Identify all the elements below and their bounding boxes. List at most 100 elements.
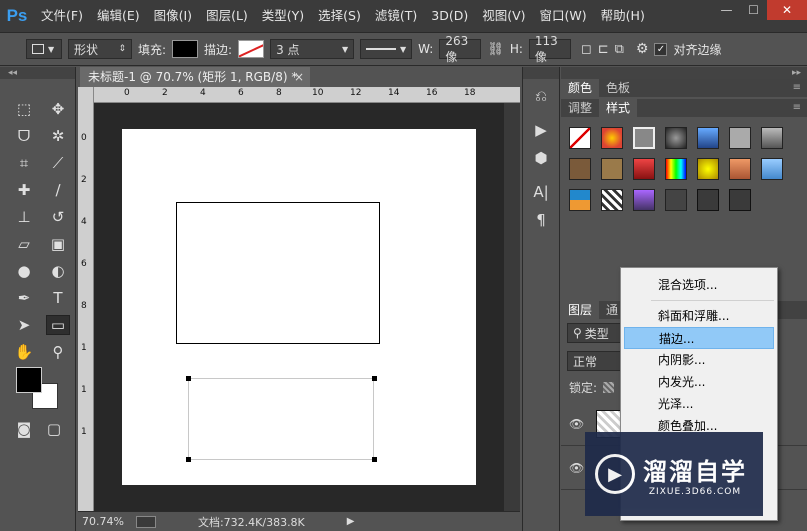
tab-adjustments[interactable]: 调整 <box>561 99 599 117</box>
eraser-tool-icon[interactable]: ▱ <box>12 234 36 254</box>
transform-handle[interactable] <box>186 457 191 462</box>
blur-tool-icon[interactable]: ● <box>12 261 36 281</box>
style-swatch[interactable] <box>761 127 783 149</box>
screen-mode-icon[interactable]: ▢ <box>42 419 66 439</box>
menu-file[interactable]: 文件(F) <box>34 0 90 32</box>
menu-item-satin[interactable]: 光泽... <box>624 393 774 415</box>
blend-mode-select[interactable]: 正常 <box>567 351 625 371</box>
style-swatch[interactable] <box>633 158 655 180</box>
fill-swatch[interactable] <box>172 40 199 58</box>
menu-edit[interactable]: 编辑(E) <box>90 0 147 32</box>
style-swatch[interactable] <box>569 158 591 180</box>
path-align-icon[interactable]: ⊏ <box>598 42 609 57</box>
style-swatch[interactable] <box>601 158 623 180</box>
doc-info[interactable]: 文档:732.4K/383.8K <box>198 514 305 530</box>
lock-transparency-icon[interactable] <box>603 382 615 393</box>
document-scrollbar[interactable] <box>504 103 520 511</box>
actions-play-icon[interactable]: ▶ <box>528 119 554 141</box>
tab-swatches[interactable]: 色板 <box>599 79 637 97</box>
style-swatch[interactable] <box>761 158 783 180</box>
style-swatch[interactable] <box>665 127 687 149</box>
tool-preset-picker[interactable]: ▼ <box>26 39 62 59</box>
menu-window[interactable]: 窗口(W) <box>533 0 594 32</box>
style-swatch[interactable] <box>697 189 719 211</box>
eyedropper-tool-icon[interactable]: ⟋ <box>46 153 70 173</box>
crop-tool-icon[interactable]: ⌗ <box>12 153 36 173</box>
align-edges-checkbox[interactable]: ✓ <box>654 42 668 56</box>
type-tool-icon[interactable]: T <box>46 288 70 308</box>
menu-type[interactable]: 类型(Y) <box>255 0 311 32</box>
stamp-tool-icon[interactable]: ⊥ <box>12 207 36 227</box>
menu-help[interactable]: 帮助(H) <box>594 0 652 32</box>
lasso-tool-icon[interactable]: ᗜ <box>12 126 36 146</box>
style-swatch[interactable] <box>665 158 687 180</box>
menu-view[interactable]: 视图(V) <box>475 0 532 32</box>
transform-handle[interactable] <box>186 376 191 381</box>
rectangle-tool-icon[interactable]: ▭ <box>46 315 70 335</box>
eye-icon[interactable]: 👁 <box>569 417 584 431</box>
brush-tool-icon[interactable]: ∕ <box>46 180 70 200</box>
transform-handle[interactable] <box>372 376 377 381</box>
collapse-arrows-icon[interactable]: ▸▸ <box>561 67 807 79</box>
style-swatch[interactable] <box>601 189 623 211</box>
hand-tool-icon[interactable]: ✋ <box>12 342 36 362</box>
zoom-level[interactable]: 70.74% <box>82 515 124 528</box>
tab-color[interactable]: 颜色 <box>561 79 600 97</box>
link-icon[interactable]: ⛓ <box>487 42 504 57</box>
marquee-tool-icon[interactable]: ⬚ <box>12 99 36 119</box>
style-swatch[interactable] <box>601 127 623 149</box>
panel-menu-icon[interactable]: ≡ <box>793 79 807 97</box>
paragraph-icon[interactable]: ¶ <box>528 209 554 231</box>
menu-filter[interactable]: 滤镜(T) <box>368 0 424 32</box>
history-brush-tool-icon[interactable]: ↺ <box>46 207 70 227</box>
healing-brush-tool-icon[interactable]: ✚ <box>12 180 36 200</box>
move-tool-icon[interactable]: ✥ <box>46 99 70 119</box>
quick-mask-icon[interactable]: ◙ <box>12 419 36 439</box>
menu-item-stroke[interactable]: 描边... <box>624 327 774 349</box>
zoom-tool-icon[interactable]: ⚲ <box>46 342 70 362</box>
history-icon[interactable]: ⎌ <box>528 85 554 107</box>
close-tab-icon[interactable]: × <box>294 67 304 87</box>
menu-3d[interactable]: 3D(D) <box>424 0 475 32</box>
rectangle-shape-2[interactable] <box>188 378 374 460</box>
transform-handle[interactable] <box>372 457 377 462</box>
layer-filter-select[interactable]: ⚲ 类型 <box>567 323 625 343</box>
style-swatch[interactable] <box>729 189 751 211</box>
dodge-tool-icon[interactable]: ◐ <box>46 261 70 281</box>
play-arrow-icon[interactable]: ▶ <box>347 516 355 527</box>
3d-icon[interactable]: ⬢ <box>528 147 554 169</box>
rectangle-shape-1[interactable] <box>176 202 380 344</box>
width-input[interactable]: 263 像 <box>439 34 482 64</box>
stroke-type-select[interactable]: ▼ <box>360 39 413 59</box>
collapse-bar[interactable] <box>523 67 559 79</box>
gradient-tool-icon[interactable]: ▣ <box>46 234 70 254</box>
eye-icon[interactable]: 👁 <box>569 461 584 475</box>
foreground-color[interactable] <box>16 367 42 393</box>
style-swatch[interactable] <box>729 127 751 149</box>
menu-item-inner-glow[interactable]: 内发光... <box>624 371 774 393</box>
style-swatch[interactable] <box>697 158 719 180</box>
path-ops-icon[interactable]: ◻ <box>581 42 592 57</box>
mode-select[interactable]: 形状 ⇕ <box>68 39 132 59</box>
menu-layer[interactable]: 图层(L) <box>199 0 255 32</box>
collapse-arrows-icon[interactable]: ◂◂ <box>0 67 75 79</box>
path-arrange-icon[interactable]: ⧉ <box>615 42 624 57</box>
pen-tool-icon[interactable]: ✒ <box>12 288 36 308</box>
magic-wand-tool-icon[interactable]: ✲ <box>46 126 70 146</box>
minimize-button[interactable]: — <box>713 0 740 20</box>
path-selection-tool-icon[interactable]: ➤ <box>12 315 36 335</box>
tab-layers[interactable]: 图层 <box>561 301 600 319</box>
style-swatch[interactable] <box>729 158 751 180</box>
character-icon[interactable]: A| <box>528 181 554 203</box>
style-swatch[interactable] <box>569 189 591 211</box>
menu-item-bevel-emboss[interactable]: 斜面和浮雕... <box>624 305 774 327</box>
stroke-swatch[interactable] <box>238 40 265 58</box>
panel-menu-icon[interactable]: ≡ <box>793 99 807 117</box>
style-swatch[interactable] <box>633 189 655 211</box>
document-tab[interactable]: 未标题-1 @ 70.7% (矩形 1, RGB/8) * × <box>80 67 310 87</box>
stroke-width-input[interactable]: 3 点 ▼ <box>270 39 355 59</box>
menu-image[interactable]: 图像(I) <box>147 0 199 32</box>
style-swatch-none[interactable] <box>569 127 591 149</box>
style-swatch[interactable] <box>633 127 655 149</box>
style-swatch[interactable] <box>665 189 687 211</box>
